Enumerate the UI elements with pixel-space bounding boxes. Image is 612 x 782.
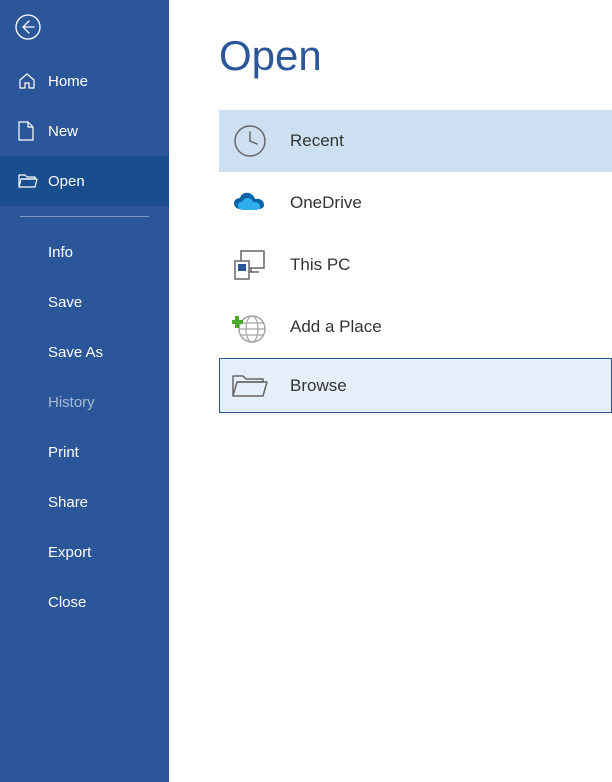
nav-export[interactable]: Export (0, 527, 169, 577)
onedrive-icon (230, 183, 270, 223)
nav-label: New (48, 123, 78, 140)
nav-share[interactable]: Share (0, 477, 169, 527)
nav-open[interactable]: Open (0, 156, 169, 206)
nav-divider (20, 216, 149, 217)
location-recent[interactable]: Recent (219, 110, 612, 172)
nav-info[interactable]: Info (0, 227, 169, 277)
location-label: Recent (290, 131, 344, 151)
this-pc-icon (230, 245, 270, 285)
location-label: Browse (290, 376, 347, 396)
nav-label: Home (48, 73, 88, 90)
nav-label: Info (48, 244, 73, 261)
nav-home[interactable]: Home (0, 56, 169, 106)
back-arrow-icon (15, 14, 41, 40)
nav-save-as[interactable]: Save As (0, 327, 169, 377)
nav-label: History (48, 394, 95, 411)
back-button[interactable] (15, 14, 41, 40)
nav-new[interactable]: New (0, 106, 169, 156)
nav-save[interactable]: Save (0, 277, 169, 327)
nav-close[interactable]: Close (0, 577, 169, 627)
location-add-place[interactable]: Add a Place (219, 296, 612, 358)
nav-label: Print (48, 444, 79, 461)
location-list: Recent OneDrive This PC (219, 110, 612, 413)
location-this-pc[interactable]: This PC (219, 234, 612, 296)
location-label: OneDrive (290, 193, 362, 213)
home-icon (18, 72, 48, 90)
add-place-icon (230, 307, 270, 347)
new-document-icon (18, 121, 48, 141)
backstage-sidebar: Home New Open Info Save Save As History (0, 0, 169, 782)
page-title: Open (219, 32, 612, 80)
clock-icon (230, 121, 270, 161)
open-folder-icon (18, 173, 48, 189)
nav-label: Save (48, 294, 82, 311)
nav-label: Save As (48, 344, 103, 361)
location-label: This PC (290, 255, 350, 275)
browse-folder-icon (230, 366, 270, 406)
location-browse[interactable]: Browse (219, 358, 612, 413)
nav-label: Share (48, 494, 88, 511)
nav-history: History (0, 377, 169, 427)
nav-label: Close (48, 594, 86, 611)
nav-label: Open (48, 173, 85, 190)
nav-print[interactable]: Print (0, 427, 169, 477)
nav-label: Export (48, 544, 91, 561)
location-label: Add a Place (290, 317, 382, 337)
location-onedrive[interactable]: OneDrive (219, 172, 612, 234)
main-panel: Open Recent OneDrive (169, 0, 612, 782)
